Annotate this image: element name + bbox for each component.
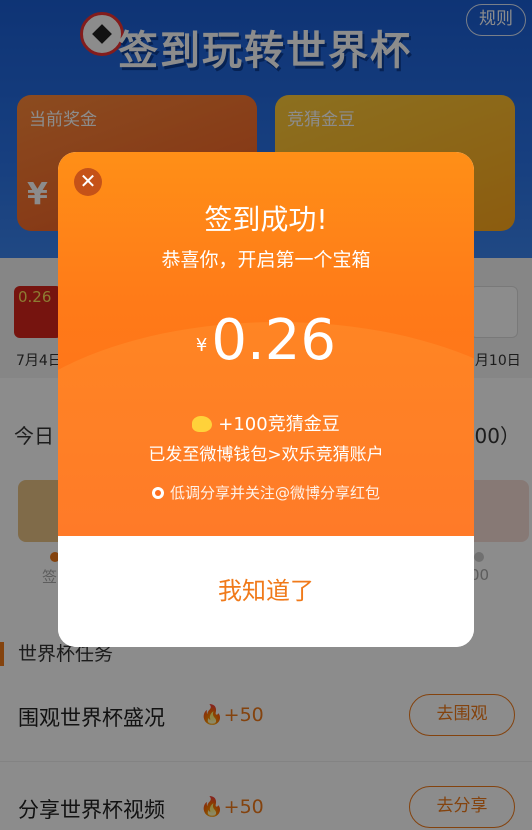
dialog-title: 签到成功! (204, 203, 328, 236)
signin-success-dialog: ✕ 签到成功! 恭喜你，开启第一个宝箱 ¥0.26 +100竞猜金豆 已发至微博… (58, 152, 474, 647)
close-icon[interactable]: ✕ (74, 168, 102, 196)
currency-symbol: ¥ (195, 335, 208, 356)
beans-reward: +100竞猜金豆 (58, 410, 474, 436)
amount-value: 0.26 (211, 308, 337, 373)
dialog-subtitle: 恭喜你，开启第一个宝箱 (161, 249, 371, 271)
page: 规则 签到玩转世界杯 当前奖金 ¥ 0 竞猜金豆 0.26 7月4日 7月10日… (0, 0, 532, 830)
reward-amount: ¥0.26 (58, 308, 474, 373)
beans-text: +100竞猜金豆 (218, 414, 340, 435)
dialog-header: ✕ 签到成功! 恭喜你，开启第一个宝箱 ¥0.26 +100竞猜金豆 已发至微博… (58, 152, 474, 622)
wallet-note: 已发至微博钱包>欢乐竞猜账户 (148, 445, 384, 465)
radio-icon[interactable] (151, 487, 164, 499)
share-text: 低调分享并关注@微博分享红包 (169, 484, 380, 502)
gold-bean-icon (192, 416, 213, 432)
confirm-button[interactable]: 我知道了 (58, 536, 474, 647)
share-option[interactable]: 低调分享并关注@微博分享红包 (58, 482, 474, 503)
